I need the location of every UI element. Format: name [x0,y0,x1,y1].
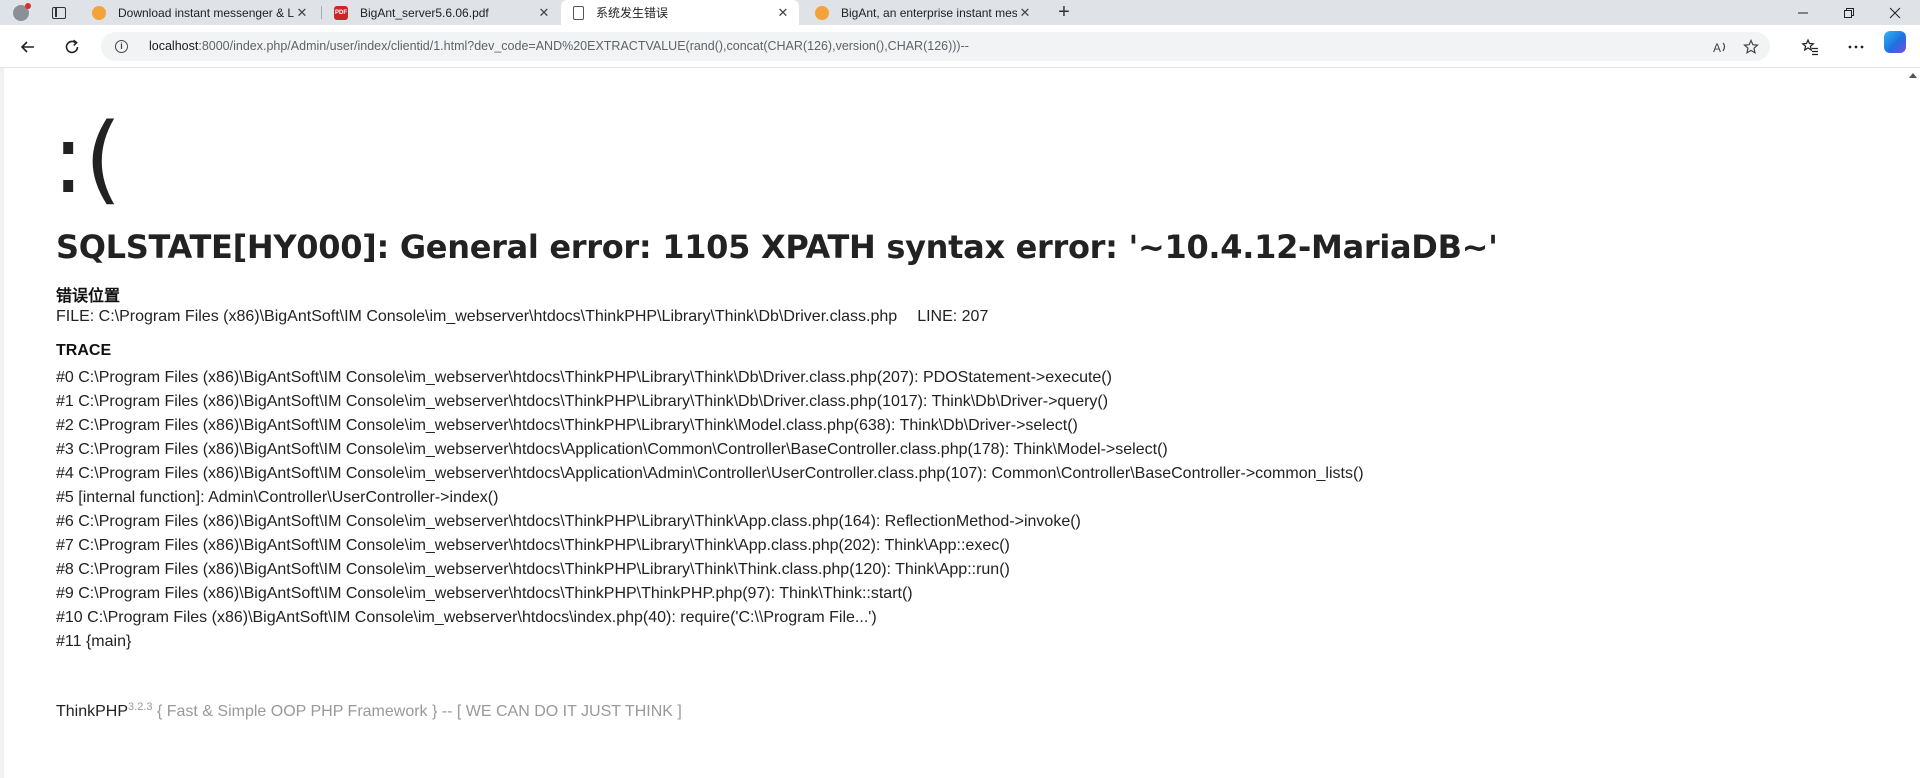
scrollbar[interactable] [1906,68,1920,778]
page-icon [573,5,584,20]
more-icon [1848,45,1864,49]
framework-slogan: { Fast & Simple OOP PHP Framework } -- [… [156,703,682,720]
tab-bigant-enterprise[interactable]: BigAnt, an enterprise instant mes ✕ [803,0,1041,25]
profile-button[interactable] [6,0,36,25]
trace-heading: TRACE [56,342,112,359]
address-bar[interactable]: i localhost:8000/index.php/Admin/user/in… [101,32,1770,61]
close-icon [1889,7,1901,18]
trace-item: #8 C:\Program Files (x86)\BigAntSoft\IM … [56,561,1010,578]
close-tab-icon[interactable]: ✕ [294,5,310,21]
read-aloud-icon[interactable]: A [1711,37,1731,57]
site-info-icon[interactable]: i [115,40,128,53]
settings-more-button[interactable] [1842,33,1870,61]
framework-version: 3.2.3 [128,701,153,713]
trace-item: #10 C:\Program Files (x86)\BigAntSoft\IM… [56,609,877,626]
page-content: :( SQLSTATE[HY000]: General error: 1105 … [0,68,1920,778]
svg-text:A: A [1713,41,1721,54]
trace-item: #7 C:\Program Files (x86)\BigAntSoft\IM … [56,537,1010,554]
back-button[interactable] [14,33,42,61]
minimize-button[interactable] [1780,0,1826,25]
trace-item: #11 {main} [56,633,132,650]
error-file: FILE: C:\Program Files (x86)\BigAntSoft\… [56,308,898,325]
error-location-heading: 错误位置 [56,288,121,305]
close-tab-icon[interactable]: ✕ [536,5,552,21]
trace-item: #4 C:\Program Files (x86)\BigAntSoft\IM … [56,465,1364,482]
close-window-button[interactable] [1872,0,1918,25]
trace-item: #5 [internal function]: Admin\Controller… [56,489,499,506]
bigant-icon [92,5,106,20]
trace-item: #0 C:\Program Files (x86)\BigAntSoft\IM … [56,369,1112,386]
copilot-icon[interactable] [1884,31,1906,53]
tab-actions-button[interactable] [44,0,74,25]
tab-bigant-pdf[interactable]: PDF BigAnt_server5.6.06.pdf ✕ [322,0,560,25]
url-text[interactable]: localhost:8000/index.php/Admin/user/inde… [149,39,969,53]
trace-list: #0 C:\Program Files (x86)\BigAntSoft\IM … [56,366,1364,654]
minimize-icon [1798,12,1808,13]
profile-avatar-icon [13,2,31,21]
trace-item: #3 C:\Program Files (x86)\BigAntSoft\IM … [56,441,1168,458]
restore-icon [1844,7,1854,18]
url-path: :8000/index.php/Admin/user/index/clienti… [198,39,969,53]
scroll-up-arrow-icon[interactable] [1909,73,1917,78]
pdf-icon: PDF [334,5,348,20]
trace-item: #9 C:\Program Files (x86)\BigAntSoft\IM … [56,585,913,602]
url-host: localhost [149,39,199,53]
restore-button[interactable] [1826,0,1872,25]
close-tab-icon[interactable]: ✕ [775,5,791,21]
tab-strip: Download instant messenger & L ✕ PDF Big… [0,0,1920,25]
favorite-star-icon[interactable] [1741,37,1761,57]
framework-footer: ThinkPHP3.2.3 { Fast & Simple OOP PHP Fr… [56,701,682,721]
refresh-icon [65,39,79,54]
trace-item: #1 C:\Program Files (x86)\BigAntSoft\IM … [56,393,1109,410]
refresh-button[interactable] [58,33,86,61]
navigation-bar: i localhost:8000/index.php/Admin/user/in… [0,25,1920,68]
tab-system-error[interactable]: 系统发生错误 ✕ [561,0,799,25]
tab-title: 系统发生错误 [596,6,669,20]
tab-actions-icon [52,6,66,19]
error-file-line: FILE: C:\Program Files (x86)\BigAntSoft\… [56,308,988,326]
bigant-icon [815,5,829,20]
tab-title: BigAnt_server5.6.06.pdf [360,5,489,20]
new-tab-button[interactable]: + [1050,0,1078,25]
favorites-button[interactable] [1796,33,1824,61]
tab-title: BigAnt, an enterprise instant mes [841,5,1017,20]
trace-item: #6 C:\Program Files (x86)\BigAntSoft\IM … [56,513,1081,530]
back-arrow-icon [20,41,34,53]
trace-item: #2 C:\Program Files (x86)\BigAntSoft\IM … [56,417,1078,434]
close-tab-icon[interactable]: ✕ [1017,5,1033,21]
framework-name[interactable]: ThinkPHP [56,703,128,720]
error-line: LINE: 207 [917,308,989,325]
favorites-icon [1801,38,1818,56]
tab-title: Download instant messenger & L [118,5,294,20]
sad-face: :( [52,103,122,215]
tab-bigant-download[interactable]: Download instant messenger & L ✕ [80,0,318,25]
error-message: SQLSTATE[HY000]: General error: 1105 XPA… [56,228,1498,266]
